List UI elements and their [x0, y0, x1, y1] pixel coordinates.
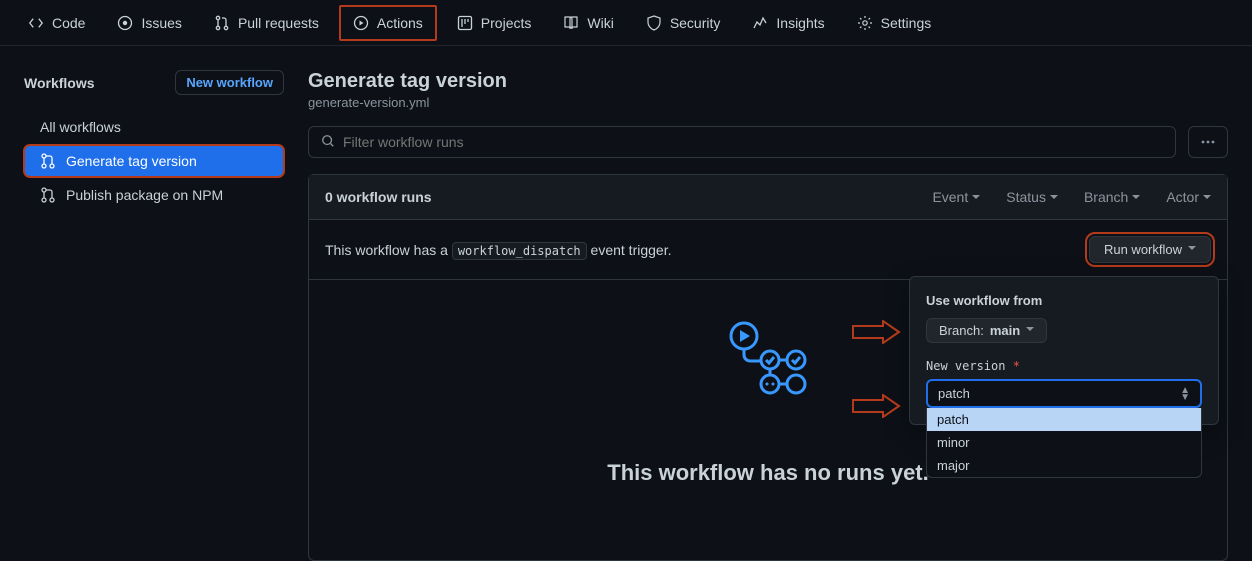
- code-icon: [28, 15, 44, 31]
- new-version-label: New version *: [926, 359, 1202, 373]
- workflow-filename: generate-version.yml: [308, 95, 1228, 110]
- option-major[interactable]: major: [927, 454, 1201, 477]
- graph-icon: [752, 15, 768, 31]
- more-options-button[interactable]: [1188, 126, 1228, 158]
- filter-runs-input-wrap[interactable]: [308, 126, 1176, 158]
- dispatch-message: This workflow has a workflow_dispatch ev…: [325, 242, 671, 258]
- sidebar-item-generate-tag-version[interactable]: Generate tag version: [24, 145, 284, 177]
- actions-empty-icon: [726, 320, 810, 399]
- nav-issues-label: Issues: [141, 15, 181, 31]
- annotation-arrow-icon: [851, 394, 901, 418]
- issue-icon: [117, 15, 133, 31]
- option-minor[interactable]: minor: [927, 431, 1201, 454]
- nav-security[interactable]: Security: [634, 7, 733, 39]
- option-patch[interactable]: patch: [927, 408, 1201, 431]
- nav-settings-label: Settings: [881, 15, 932, 31]
- nav-projects[interactable]: Projects: [445, 7, 544, 39]
- nav-code[interactable]: Code: [16, 7, 97, 39]
- sidebar-item-publish-npm[interactable]: Publish package on NPM: [24, 179, 284, 211]
- gear-icon: [857, 15, 873, 31]
- workflows-sidebar: Workflows New workflow All workflows Gen…: [24, 70, 284, 561]
- shield-icon: [646, 15, 662, 31]
- popover-use-from-label: Use workflow from: [926, 293, 1202, 308]
- nav-pull-requests[interactable]: Pull requests: [202, 7, 331, 39]
- filter-actor[interactable]: Actor: [1166, 189, 1211, 205]
- chevron-down-icon: [1026, 323, 1034, 338]
- book-icon: [563, 15, 579, 31]
- projects-icon: [457, 15, 473, 31]
- sidebar-item-label: Generate tag version: [66, 153, 197, 169]
- nav-issues[interactable]: Issues: [105, 7, 193, 39]
- filter-runs-input[interactable]: [343, 134, 1163, 150]
- branch-select-button[interactable]: Branch: main: [926, 318, 1047, 343]
- sidebar-item-label: Publish package on NPM: [66, 187, 223, 203]
- runs-count: 0 workflow runs: [325, 189, 432, 205]
- nav-wiki[interactable]: Wiki: [551, 7, 625, 39]
- page-title: Generate tag version: [308, 70, 1228, 93]
- filter-status[interactable]: Status: [1006, 189, 1058, 205]
- runs-container: 0 workflow runs Event Status Branch Acto…: [308, 174, 1228, 561]
- nav-actions-label: Actions: [377, 15, 423, 31]
- annotation-arrow-icon: [851, 320, 901, 344]
- chevron-down-icon: [1188, 242, 1196, 257]
- run-workflow-button[interactable]: Run workflow: [1089, 236, 1211, 263]
- nav-wiki-label: Wiki: [587, 15, 613, 31]
- nav-insights[interactable]: Insights: [740, 7, 836, 39]
- workflow-icon: [40, 153, 56, 169]
- run-workflow-popover: Use workflow from Branch: main New versi…: [909, 276, 1219, 425]
- stepper-icon: ▲▼: [1180, 387, 1190, 401]
- main-content: Generate tag version generate-version.ym…: [308, 70, 1228, 561]
- play-circle-icon: [353, 15, 369, 31]
- sidebar-title: Workflows: [24, 75, 95, 91]
- new-workflow-button[interactable]: New workflow: [175, 70, 284, 95]
- search-icon: [321, 134, 335, 151]
- filter-event[interactable]: Event: [932, 189, 980, 205]
- repo-top-nav: Code Issues Pull requests Actions Projec…: [0, 0, 1252, 46]
- pull-request-icon: [214, 15, 230, 31]
- nav-settings[interactable]: Settings: [845, 7, 944, 39]
- nav-insights-label: Insights: [776, 15, 824, 31]
- workflow-icon: [40, 187, 56, 203]
- filter-branch[interactable]: Branch: [1084, 189, 1140, 205]
- new-version-dropdown: patch minor major: [926, 408, 1202, 478]
- sidebar-all-workflows[interactable]: All workflows: [24, 111, 284, 143]
- nav-pr-label: Pull requests: [238, 15, 319, 31]
- nav-security-label: Security: [670, 15, 721, 31]
- new-version-select[interactable]: patch ▲▼: [926, 379, 1202, 408]
- nav-actions[interactable]: Actions: [341, 7, 435, 39]
- nav-projects-label: Projects: [481, 15, 532, 31]
- nav-code-label: Code: [52, 15, 85, 31]
